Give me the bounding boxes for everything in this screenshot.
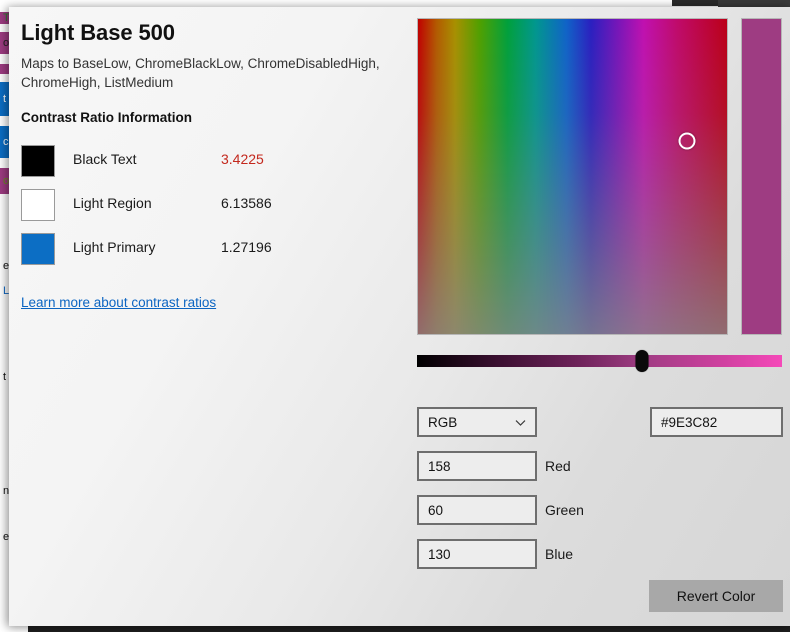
- channel-input-value: 60: [428, 503, 443, 518]
- contrast-ratio-list: Black Text3.4225Light Region6.13586Light…: [21, 141, 391, 273]
- contrast-ratio-row: Light Region 6.13586: [21, 185, 391, 229]
- contrast-ratio-value: 3.4225: [221, 151, 264, 167]
- color-spectrum[interactable]: [417, 18, 728, 335]
- contrast-ratio-label: Black Text: [73, 151, 137, 167]
- hex-input[interactable]: #9E3C82: [650, 407, 783, 437]
- color-swatch: [21, 233, 55, 265]
- screen-root: TotceoeLetne Light Base 500 Maps to Base…: [0, 0, 790, 626]
- contrast-ratio-row: Black Text 3.4225: [21, 141, 391, 185]
- section-heading: Contrast Ratio Information: [21, 110, 192, 125]
- channel-input-blue[interactable]: 130: [417, 539, 537, 569]
- channel-input-value: 130: [428, 547, 451, 562]
- value-slider-track: [417, 355, 782, 367]
- hex-input-value: #9E3C82: [661, 415, 717, 430]
- page-subtitle: Maps to BaseLow, ChromeBlackLow, ChromeD…: [21, 54, 396, 92]
- channel-input-red[interactable]: 158: [417, 451, 537, 481]
- revert-color-button[interactable]: Revert Color: [649, 580, 783, 612]
- value-slider-thumb[interactable]: [635, 350, 648, 372]
- color-swatch: [21, 145, 55, 177]
- color-swatch: [21, 189, 55, 221]
- chevron-down-icon: [514, 416, 527, 429]
- value-slider[interactable]: [417, 350, 782, 371]
- channel-label-green: Green: [545, 502, 584, 518]
- channel-input-green[interactable]: 60: [417, 495, 537, 525]
- spectrum-saturation-gradient: [418, 19, 727, 334]
- contrast-info-panel: Light Base 500 Maps to BaseLow, ChromeBl…: [9, 7, 409, 626]
- channel-label-blue: Blue: [545, 546, 573, 562]
- background-titlebar-dark: [718, 0, 790, 7]
- channel-label-red: Red: [545, 458, 571, 474]
- page-title: Light Base 500: [21, 20, 175, 46]
- color-picker-flyout: Light Base 500 Maps to BaseLow, ChromeBl…: [9, 7, 790, 626]
- contrast-ratio-value: 6.13586: [221, 195, 272, 211]
- channel-input-value: 158: [428, 459, 451, 474]
- background-list-item-label: t: [3, 371, 6, 383]
- learn-more-link[interactable]: Learn more about contrast ratios: [21, 295, 216, 310]
- selected-color-preview: [741, 18, 782, 335]
- background-list-item-label: t: [3, 93, 6, 105]
- contrast-ratio-label: Light Region: [73, 195, 152, 211]
- color-model-value: RGB: [428, 415, 457, 430]
- contrast-ratio-label: Light Primary: [73, 239, 155, 255]
- color-model-dropdown[interactable]: RGB: [417, 407, 537, 437]
- contrast-ratio-row: Light Primary 1.27196: [21, 229, 391, 273]
- background-titlebar-light: [0, 0, 672, 6]
- spectrum-selector-ring[interactable]: [679, 132, 696, 149]
- color-picker-panel: RGB #9E3C82 158 Red 60 Green 130 Blue Revert …: [408, 7, 790, 626]
- contrast-ratio-value: 1.27196: [221, 239, 272, 255]
